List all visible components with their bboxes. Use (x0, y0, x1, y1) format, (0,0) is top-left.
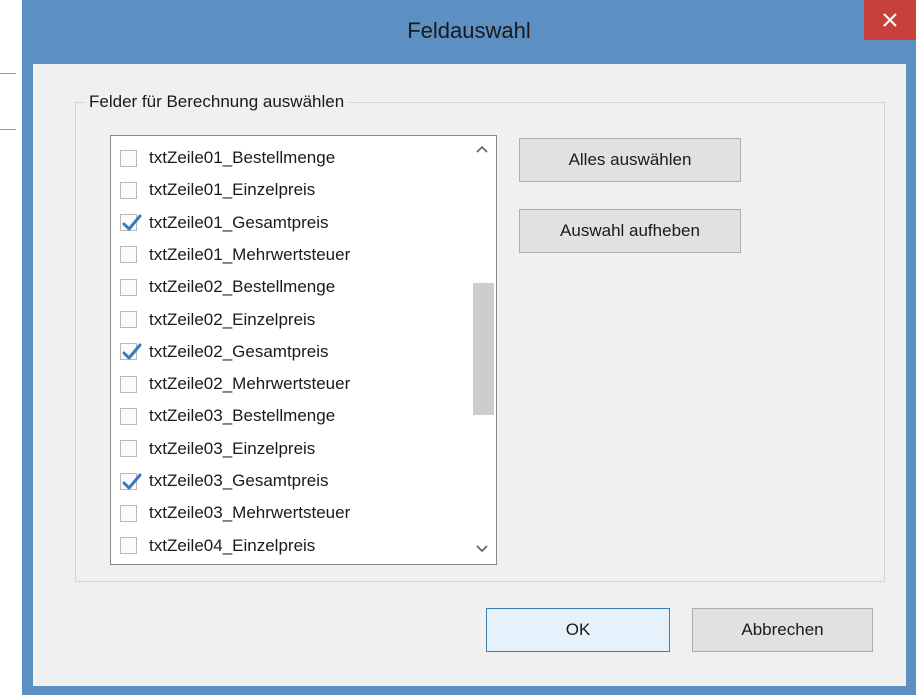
field-checklist[interactable]: txtZeile01_Bestellmenge txtZeile01_Einzel… (110, 135, 497, 565)
dialog-client-area: Felder für Berechnung auswählen txtZeile… (33, 64, 906, 686)
scroll-down-icon[interactable] (474, 540, 490, 556)
checkbox-unchecked[interactable] (120, 246, 137, 264)
field-list-item[interactable]: txtZeile03_Mehrwertsteuer (120, 499, 350, 527)
checkbox-checked[interactable] (120, 214, 142, 232)
checkbox-unchecked[interactable] (120, 407, 137, 425)
field-list-item[interactable]: txtZeile03_Einzelpreis (120, 435, 315, 463)
field-list-item[interactable]: txtZeile01_Bestellmenge (120, 144, 335, 172)
field-label: txtZeile01_Gesamtpreis (149, 212, 329, 232)
scrollbar-thumb[interactable] (473, 283, 494, 415)
field-list-item[interactable]: txtZeile01_Einzelpreis (120, 176, 315, 204)
field-list-item[interactable]: txtZeile02_Einzelpreis (120, 306, 315, 334)
background-divider (0, 73, 16, 74)
field-label: txtZeile03_Mehrwertsteuer (149, 503, 351, 523)
field-label: txtZeile04_Einzelpreis (149, 535, 316, 555)
scroll-up-icon[interactable] (474, 142, 490, 158)
close-button[interactable] (864, 0, 916, 40)
checkbox-unchecked[interactable] (120, 537, 137, 555)
ok-button[interactable]: OK (486, 608, 670, 652)
field-label: txtZeile03_Bestellmenge (149, 406, 336, 426)
select-all-button[interactable]: Alles auswählen (519, 138, 741, 182)
close-icon (883, 13, 897, 27)
check-mark-icon (122, 214, 142, 231)
title-bar[interactable]: Feldauswahl (22, 0, 916, 64)
field-label: txtZeile01_Einzelpreis (149, 180, 316, 200)
checkbox-unchecked[interactable] (120, 440, 137, 458)
field-label: txtZeile02_Gesamtpreis (149, 341, 329, 361)
field-list-item[interactable]: txtZeile03_Gesamtpreis (120, 467, 329, 495)
checkbox-unchecked[interactable] (120, 504, 137, 522)
field-label: txtZeile01_Mehrwertsteuer (149, 244, 351, 264)
field-list-item[interactable]: txtZeile01_Gesamtpreis (120, 209, 329, 237)
field-label: txtZeile02_Bestellmenge (149, 277, 336, 297)
field-label: txtZeile02_Mehrwertsteuer (149, 374, 351, 394)
checkbox-unchecked[interactable] (120, 278, 137, 296)
background-window-edge (0, 0, 22, 695)
groupbox-label: Felder für Berechnung auswählen (85, 92, 349, 112)
dialog-window: Feldauswahl Felder für Berechnung auswäh… (22, 0, 916, 695)
checkbox-unchecked[interactable] (120, 375, 137, 393)
checkbox-unchecked[interactable] (120, 149, 137, 167)
checkbox-checked[interactable] (120, 343, 142, 361)
background-divider (0, 129, 16, 130)
check-mark-icon (122, 473, 142, 489)
field-list-item[interactable]: txtZeile03_Bestellmenge (120, 402, 335, 430)
field-list-item[interactable]: txtZeile01_Mehrwertsteuer (120, 241, 350, 269)
field-label: txtZeile02_Einzelpreis (149, 309, 316, 329)
field-label: txtZeile01_Bestellmenge (149, 148, 336, 167)
checkbox-checked[interactable] (120, 472, 142, 490)
field-list-item[interactable]: txtZeile02_Mehrwertsteuer (120, 370, 350, 398)
field-list-item[interactable]: txtZeile02_Gesamtpreis (120, 338, 329, 366)
field-list-item[interactable]: txtZeile02_Bestellmenge (120, 273, 335, 301)
dialog-title: Feldauswahl (407, 18, 531, 43)
checkbox-unchecked[interactable] (120, 311, 137, 328)
check-mark-icon (122, 343, 142, 360)
field-label: txtZeile03_Gesamtpreis (149, 471, 329, 490)
vertical-scrollbar[interactable] (468, 136, 496, 564)
clear-selection-button[interactable]: Auswahl aufheben (519, 209, 741, 253)
field-label: txtZeile03_Einzelpreis (149, 438, 316, 458)
cancel-button[interactable]: Abbrechen (692, 608, 873, 652)
checkbox-unchecked[interactable] (120, 181, 137, 199)
field-list-item[interactable]: txtZeile04_Einzelpreis (120, 532, 315, 560)
